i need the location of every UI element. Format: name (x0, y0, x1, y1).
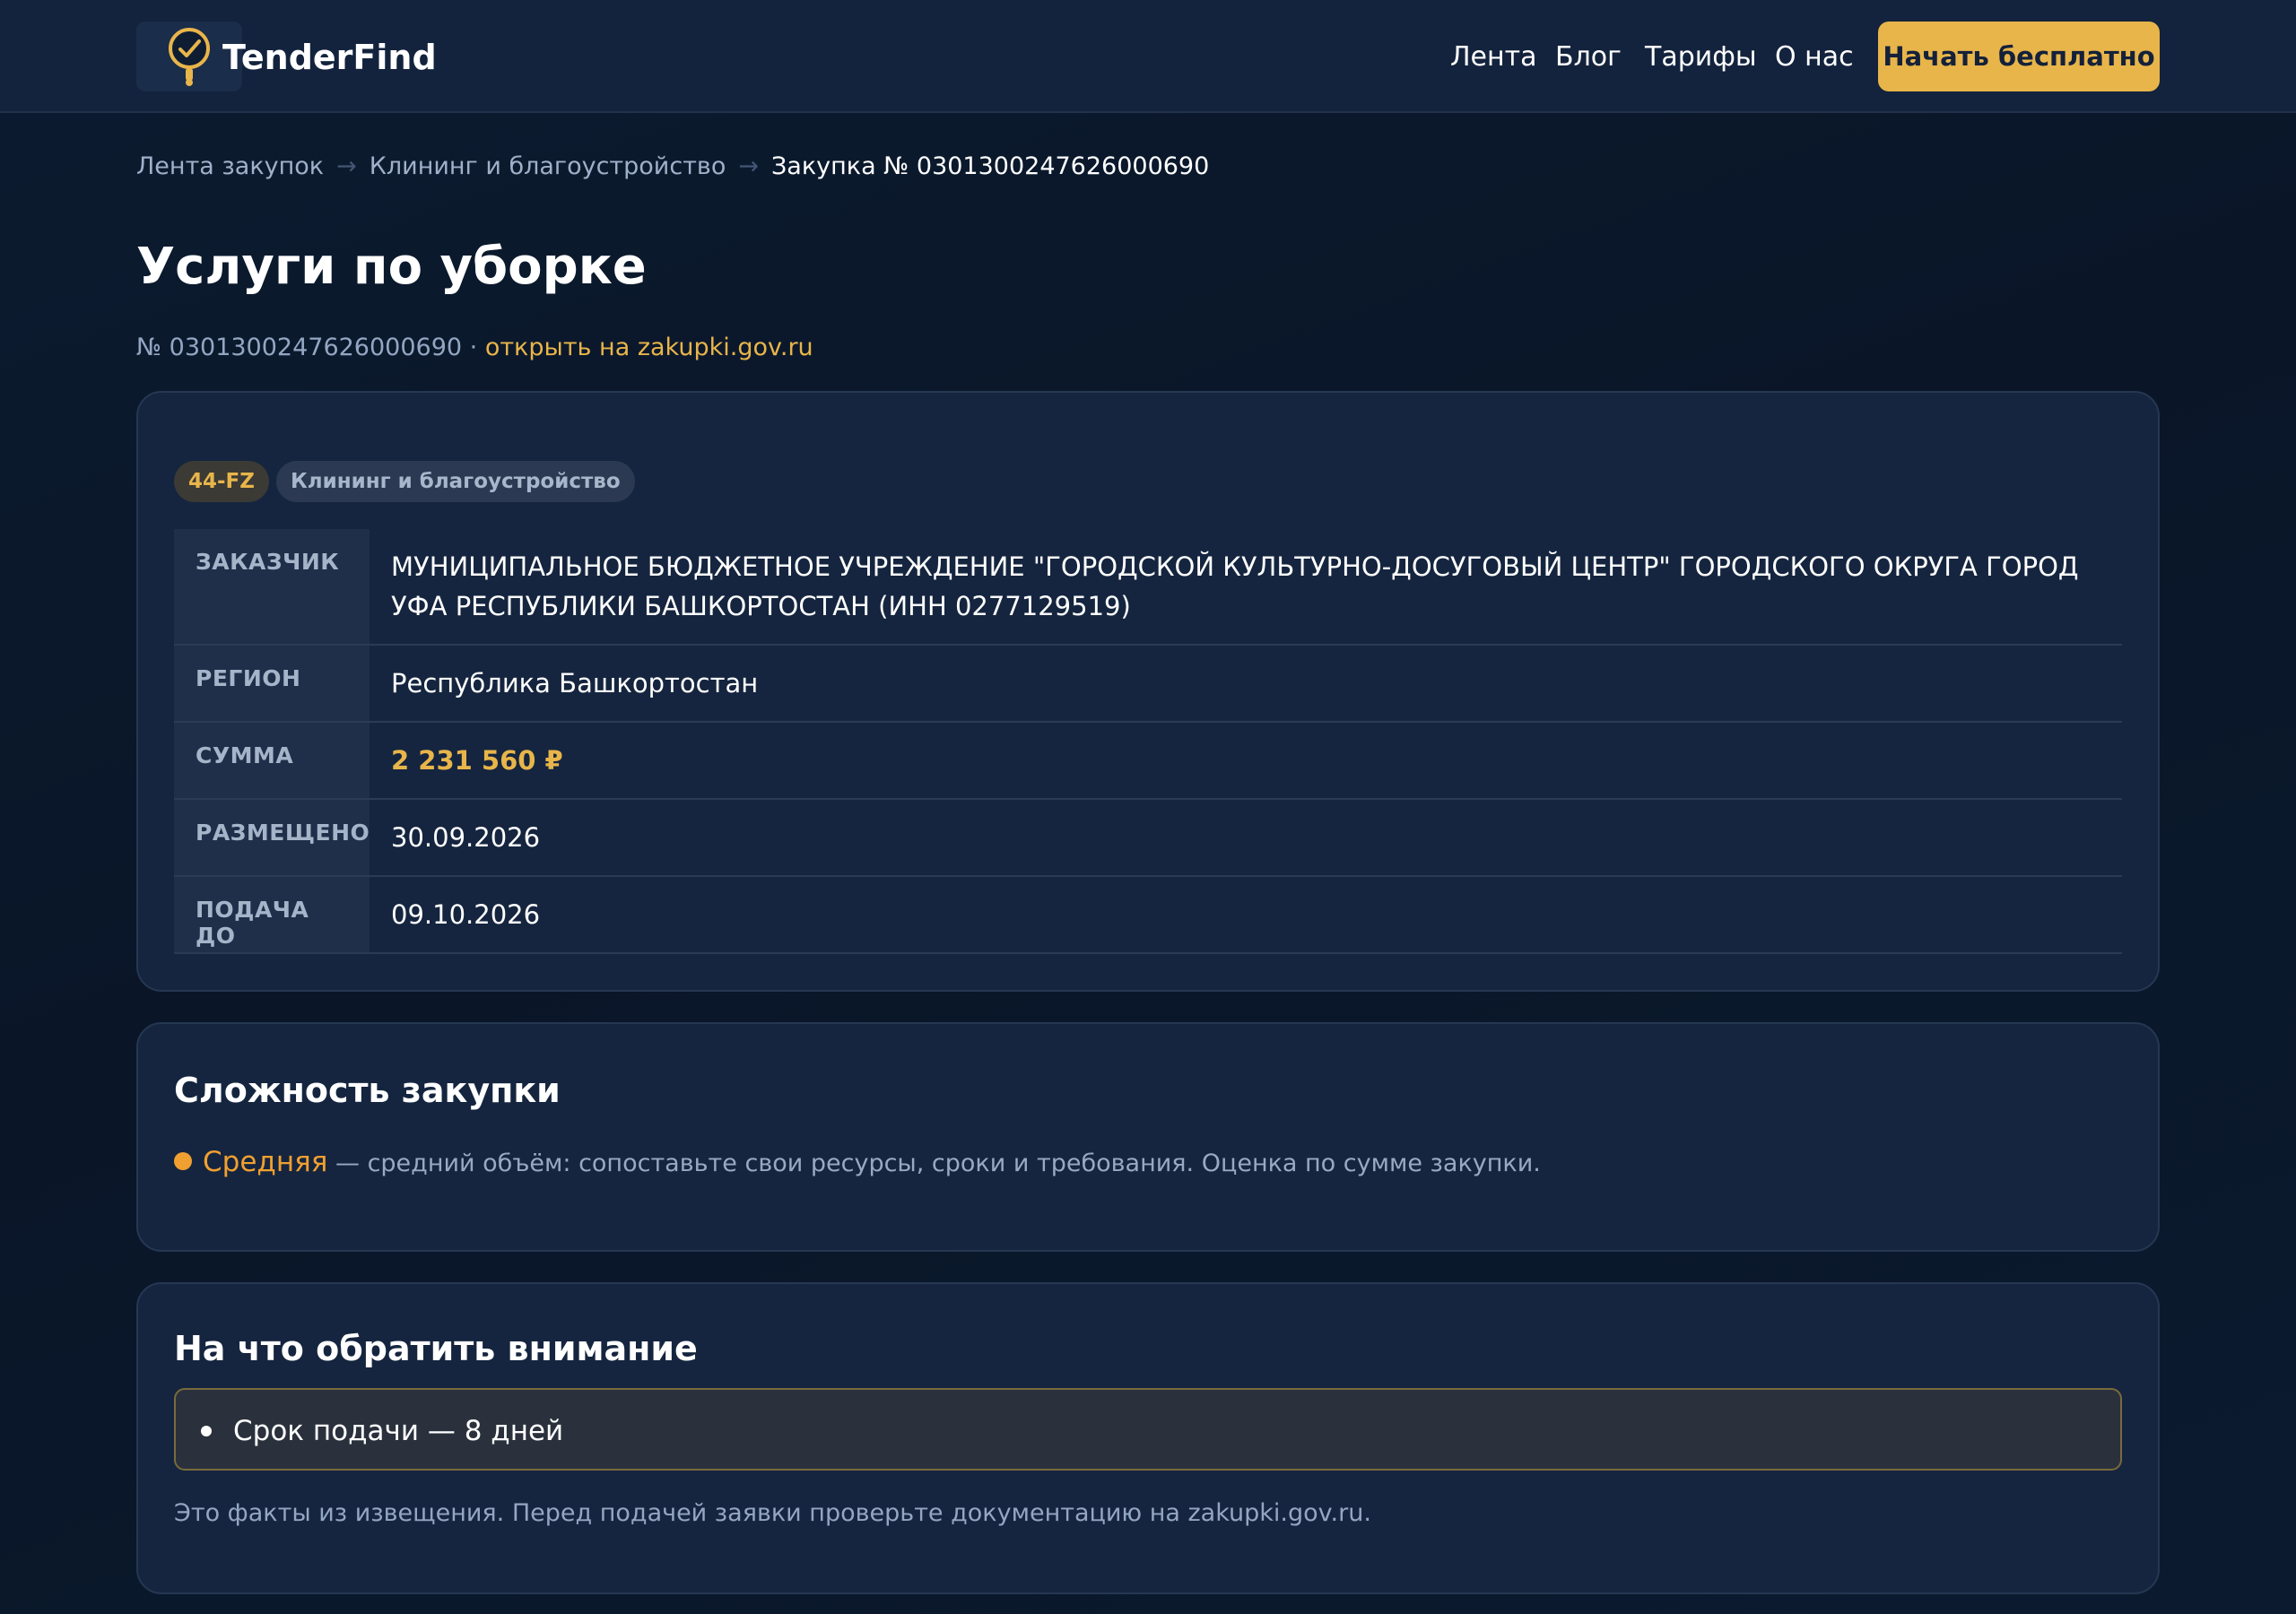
attention-card: На что обратить внимание Срок подачи — 8… (136, 1282, 2160, 1594)
brand-name[interactable]: TenderFind (222, 32, 437, 82)
badges: 44-FZ Клининг и благоустройство (174, 461, 635, 502)
details-row-deadline: ПОДАЧА ДО 09.10.2026 (174, 877, 2122, 954)
details-row-amount: СУММА 2 231 560 ₽ (174, 723, 2122, 800)
purchase-meta: № 0301300247626000690 · открыть на zakup… (136, 330, 813, 366)
bullet-icon (201, 1426, 212, 1436)
nav-pricing[interactable]: Тарифы (1645, 32, 1757, 82)
purchase-number: № 0301300247626000690 (136, 334, 463, 361)
nav-feed[interactable]: Лента (1450, 32, 1537, 82)
deadline-value: 09.10.2026 (391, 899, 541, 930)
complexity-level: Средняя (203, 1146, 328, 1178)
breadcrumb-separator: → (336, 152, 357, 180)
details-label: ПОДАЧА ДО (174, 877, 370, 952)
details-label: СУММА (174, 723, 370, 798)
list-item: Срок подачи — 8 дней (233, 1415, 564, 1447)
clock-magnifier-icon (169, 28, 210, 86)
attention-list: Срок подачи — 8 дней (174, 1388, 2122, 1471)
nav-about[interactable]: О нас (1775, 32, 1854, 82)
page-title: Услуги по уборке (136, 238, 647, 296)
open-zakupki-link[interactable]: открыть на zakupki.gov.ru (485, 334, 813, 361)
details-row-posted: РАЗМЕЩЕНО 30.09.2026 (174, 800, 2122, 877)
complexity-line: Средняя — средний объём: сопоставьте сво… (174, 1142, 1541, 1184)
details-table: ЗАКАЗЧИК МУНИЦИПАЛЬНОЕ БЮДЖЕТНОЕ УЧРЕЖДЕ… (174, 529, 2122, 954)
start-free-button[interactable]: Начать бесплатно (1878, 22, 2160, 91)
complexity-title: Сложность закупки (174, 1071, 561, 1110)
category-badge: Клининг и благоустройство (275, 461, 635, 502)
customer-value: МУНИЦИПАЛЬНОЕ БЮДЖЕТНОЕ УЧРЕЖДЕНИЕ "ГОРО… (391, 551, 2079, 621)
breadcrumb-separator: → (738, 152, 759, 180)
complexity-card: Сложность закупки Средняя — средний объё… (136, 1022, 2160, 1252)
nav-blog[interactable]: Блог (1555, 32, 1622, 82)
posted-value: 30.09.2026 (391, 822, 541, 853)
site-header: TenderFind Лента Блог Тарифы О нас Начат… (0, 0, 2296, 113)
details-label: РАЗМЕЩЕНО (174, 800, 370, 875)
breadcrumb-feed[interactable]: Лента закупок (136, 152, 324, 180)
complexity-dot-icon (174, 1152, 192, 1170)
details-label: РЕГИОН (174, 646, 370, 721)
complexity-description: — средний объём: сопоставьте свои ресурс… (327, 1150, 1541, 1177)
breadcrumb: Лента закупок → Клининг и благоустройство →… (136, 149, 1209, 185)
region-value: Республика Башкортостан (391, 668, 759, 699)
attention-footnote: Это факты из извещения. Перед подачей за… (174, 1499, 1371, 1527)
law-badge: 44-FZ (174, 461, 269, 502)
breadcrumb-current: Закупка № 0301300247626000690 (771, 152, 1210, 180)
amount-value: 2 231 560 ₽ (391, 745, 563, 776)
details-row-region: РЕГИОН Республика Башкортостан (174, 646, 2122, 723)
meta-separator: · (462, 334, 485, 361)
details-row-customer: ЗАКАЗЧИК МУНИЦИПАЛЬНОЕ БЮДЖЕТНОЕ УЧРЕЖДЕ… (174, 529, 2122, 646)
details-card: 44-FZ Клининг и благоустройство ЗАКАЗЧИК… (136, 391, 2160, 992)
details-label: ЗАКАЗЧИК (174, 529, 370, 644)
breadcrumb-category[interactable]: Клининг и благоустройство (370, 152, 726, 180)
attention-title: На что обратить внимание (174, 1329, 698, 1368)
